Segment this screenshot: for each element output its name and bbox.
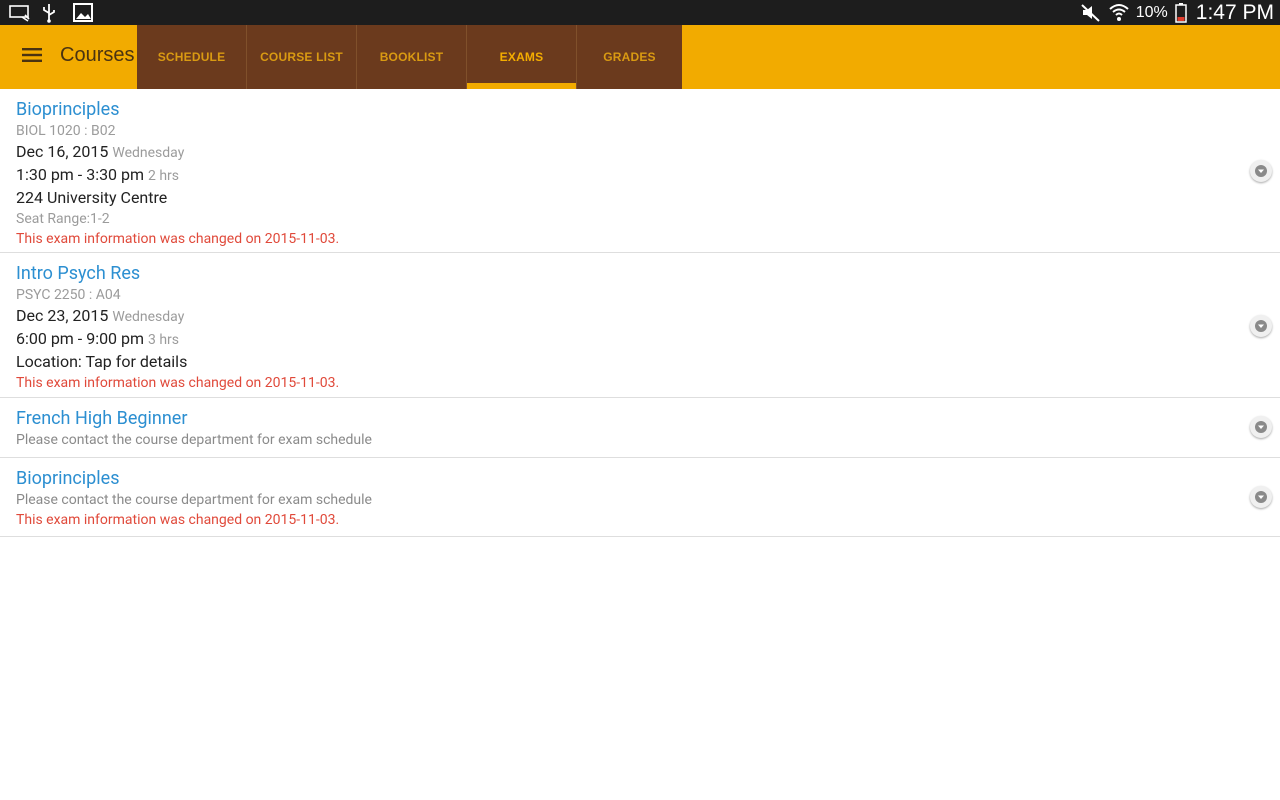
status-left-icons <box>8 2 94 23</box>
exam-item[interactable]: Bioprinciples BIOL 1020 : B02 Dec 16, 20… <box>0 89 1280 253</box>
tab-booklist[interactable]: BOOKLIST <box>357 25 467 89</box>
menu-icon <box>22 47 42 67</box>
battery-icon <box>1174 2 1188 23</box>
action-bar: Courses SCHEDULE COURSE LIST BOOKLIST EX… <box>0 25 1280 89</box>
exam-date: Dec 23, 2015 <box>16 306 109 325</box>
exam-location[interactable]: Location: Tap for details <box>16 352 187 371</box>
seat-range: Seat Range:1-2 <box>16 211 110 227</box>
contact-notice: Please contact the course department for… <box>16 432 372 448</box>
menu-button[interactable] <box>14 39 50 75</box>
exam-time: 1:30 pm - 3:30 pm <box>16 165 145 184</box>
expand-button[interactable] <box>1250 416 1272 438</box>
status-bar: 10% 1:47 PM <box>0 0 1280 25</box>
changed-notice: This exam information was changed on 201… <box>16 231 340 247</box>
expand-button[interactable] <box>1250 160 1272 182</box>
exam-weekday: Wednesday <box>112 309 185 325</box>
exam-list: Bioprinciples BIOL 1020 : B02 Dec 16, 20… <box>0 89 1280 537</box>
clock: 1:47 PM <box>1195 0 1274 24</box>
chevron-down-icon <box>1255 418 1267 437</box>
chevron-down-icon <box>1255 162 1267 181</box>
changed-notice: This exam information was changed on 201… <box>16 512 340 528</box>
exam-time: 6:00 pm - 9:00 pm <box>16 329 145 348</box>
course-title[interactable]: Intro Psych Res <box>16 263 1264 285</box>
chevron-down-icon <box>1255 488 1267 507</box>
exam-date: Dec 16, 2015 <box>16 142 109 161</box>
battery-percent: 10% <box>1135 3 1168 21</box>
tab-bar: SCHEDULE COURSE LIST BOOKLIST EXAMS GRAD… <box>137 25 682 89</box>
tab-exams[interactable]: EXAMS <box>467 25 577 89</box>
course-code: PSYC 2250 : A04 <box>16 287 121 303</box>
exam-duration: 3 hrs <box>148 332 180 348</box>
contact-notice: Please contact the course department for… <box>16 492 372 508</box>
course-title[interactable]: French High Beginner <box>16 408 1264 430</box>
expand-button[interactable] <box>1250 315 1272 337</box>
status-right: 10% 1:47 PM <box>1080 0 1274 25</box>
image-icon <box>72 2 94 23</box>
course-title[interactable]: Bioprinciples <box>16 99 1264 121</box>
course-title[interactable]: Bioprinciples <box>16 468 1264 490</box>
tab-grades[interactable]: GRADES <box>577 25 682 89</box>
exam-duration: 2 hrs <box>148 168 180 184</box>
tab-course-list[interactable]: COURSE LIST <box>247 25 357 89</box>
exam-item[interactable]: French High Beginner Please contact the … <box>0 398 1280 458</box>
expand-button[interactable] <box>1250 486 1272 508</box>
course-code: BIOL 1020 : B02 <box>16 123 116 139</box>
tab-schedule[interactable]: SCHEDULE <box>137 25 247 89</box>
chevron-down-icon <box>1255 317 1267 336</box>
exam-item[interactable]: Bioprinciples Please contact the course … <box>0 458 1280 537</box>
usb-icon <box>40 2 62 23</box>
page-title: Courses <box>60 44 135 66</box>
changed-notice: This exam information was changed on 201… <box>16 375 340 391</box>
exam-location: 224 University Centre <box>16 188 168 207</box>
exam-weekday: Wednesday <box>112 145 185 161</box>
exam-item[interactable]: Intro Psych Res PSYC 2250 : A04 Dec 23, … <box>0 253 1280 398</box>
wifi-icon <box>1108 2 1130 23</box>
cast-icon <box>8 2 30 23</box>
mute-icon <box>1080 2 1102 23</box>
